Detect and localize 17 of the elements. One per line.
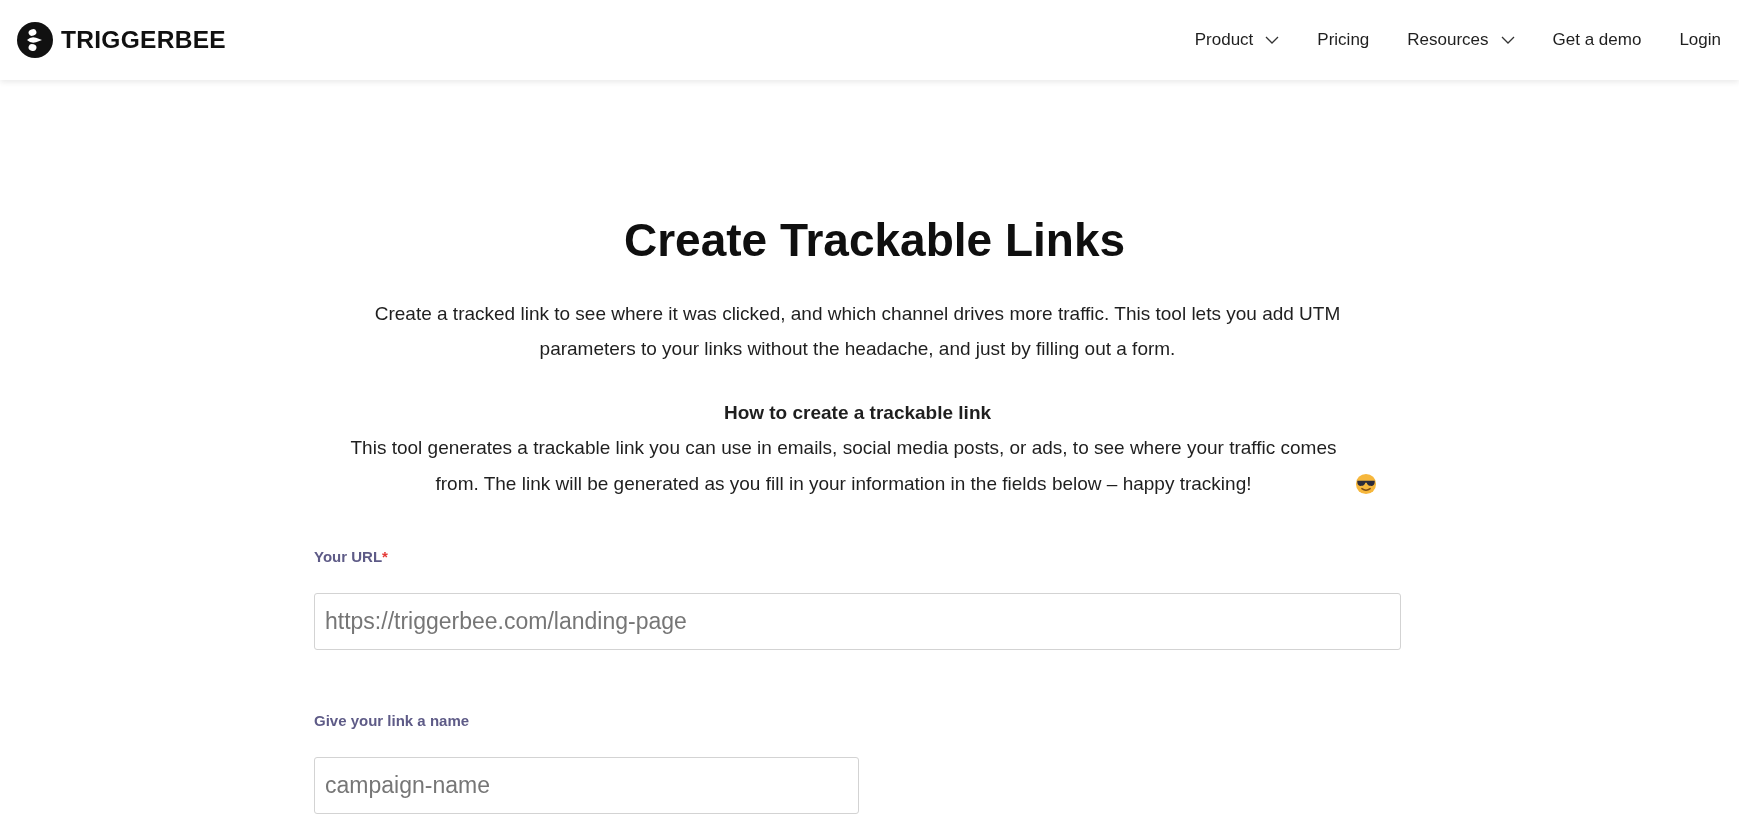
name-input-field[interactable]: campaign-name (314, 757, 859, 814)
field-label: Give your link a name (314, 712, 470, 729)
url-input-field[interactable]: https://triggerbee.com/landing-page (314, 593, 1401, 650)
howto-heading: How to create a trackable link (722, 401, 993, 425)
nav-link[interactable]: Get a demo (1552, 25, 1642, 55)
howto-text: This tool generates a trackable link you can use in emails, social media posts, or ads, to see where your traffic comes from. The link will be generated as you fill in your information in the fields below – happy tracking! (349, 436, 1338, 496)
field-label: Your URL (314, 548, 383, 565)
logo-icon (17, 22, 53, 58)
nav-link[interactable]: Pricing (1317, 25, 1370, 55)
nav-dropdown-link[interactable]: Resources (1407, 25, 1515, 55)
intro-paragraph: Create a tracked link to see where it was clicked, and which channel drives more traffic. This tool lets you add UTM parameters to your links without the headache, and just by filling out a form. (373, 302, 1342, 361)
required-mark: * (382, 548, 388, 565)
nav-dropdown-link[interactable]: Product (1194, 25, 1280, 55)
page-title: Create Trackable Links (622, 215, 1127, 265)
nav-link[interactable]: Login (1679, 25, 1721, 55)
logo-text[interactable]: TRIGGERBEE (61, 27, 226, 53)
sunglasses-face-icon (1354, 473, 1377, 495)
